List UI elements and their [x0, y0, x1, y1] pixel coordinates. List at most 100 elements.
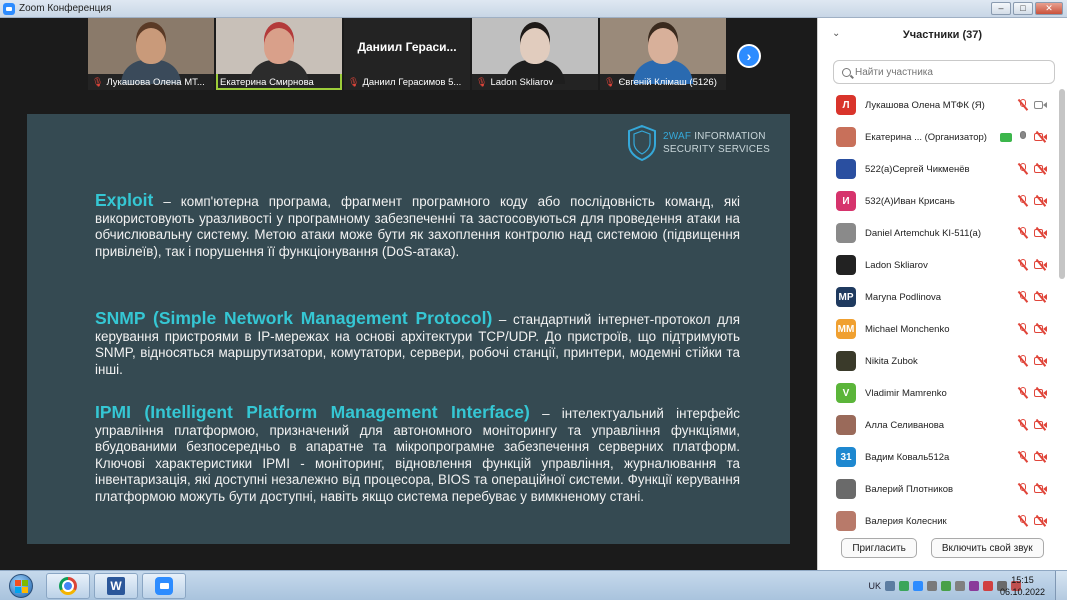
participant-row[interactable]: V Vladimir Mamrenko [818, 377, 1058, 409]
thumbnail-name-overlay: Даниил Гераси... [357, 40, 457, 54]
muted-mic-icon: 🎙 [92, 76, 104, 87]
participant-row[interactable]: Nikita Zubok [818, 345, 1058, 377]
screen-share-icon [1000, 132, 1012, 142]
invite-button[interactable]: Пригласить [841, 538, 917, 558]
taskbar-chrome[interactable] [46, 573, 90, 599]
clock-date: 06.10.2022 [999, 587, 1045, 597]
participant-status [1017, 483, 1048, 495]
windows-logo-icon [9, 574, 33, 598]
video-thumbnail[interactable]: Екатерина Смирнова [216, 18, 342, 90]
tray-zoom-icon[interactable] [913, 581, 923, 591]
close-button[interactable]: ✕ [1035, 2, 1063, 15]
panel-footer: Пригласить Включить свой звук [818, 538, 1067, 560]
search-input[interactable] [855, 66, 1045, 78]
participant-list-scrollbar[interactable] [1059, 89, 1065, 279]
person-head [648, 28, 678, 64]
minimize-button[interactable]: – [991, 2, 1011, 15]
show-desktop-button[interactable] [1055, 571, 1067, 600]
participant-row[interactable]: Daniel Artemchuk KI-511(а) [818, 217, 1058, 249]
participant-status [1000, 131, 1048, 143]
thumbnail-caption: 🎙 Даниил Герасимов 5... [344, 74, 470, 90]
video-thumbnail[interactable]: Даниил Гераси... 🎙 Даниил Герасимов 5... [344, 18, 470, 90]
tray-app-icon[interactable] [899, 581, 909, 591]
participant-name: Валерия Колесник [865, 515, 947, 527]
camera-off-icon [1034, 323, 1048, 335]
language-indicator[interactable]: UK [868, 581, 881, 591]
participant-row[interactable]: MM Michael Monchenko [818, 313, 1058, 345]
muted-mic-icon: 🎙 [604, 76, 616, 87]
search-icon [842, 67, 851, 77]
avatar: V [836, 383, 856, 403]
participant-name: Лукашова Олена МТФК (Я) [865, 99, 985, 111]
participant-name: Vladimir Mamrenko [865, 387, 947, 399]
video-thumbnail[interactable]: 🎙 Євгеній Клімаш (5126) [600, 18, 726, 90]
participant-name: 532(А)Иван Крисань [865, 195, 955, 207]
avatar: MP [836, 287, 856, 307]
avatar [836, 223, 856, 243]
avatar [836, 351, 856, 371]
participant-status [1017, 419, 1048, 431]
participant-status [1017, 163, 1048, 175]
camera-off-icon [1034, 259, 1048, 271]
next-page-arrow-icon[interactable]: › [737, 44, 761, 68]
participant-search[interactable] [833, 60, 1055, 84]
word-icon: W [107, 577, 125, 595]
taskbar-word[interactable]: W [94, 573, 138, 599]
participant-row[interactable]: MP Maryna Podlinova [818, 281, 1058, 313]
avatar: И [836, 191, 856, 211]
video-thumbnail-strip: 🎙 Лукашова Олена МТ... Екатерина Смирнова Д… [88, 18, 726, 90]
mic-icon [1017, 131, 1029, 143]
avatar [836, 511, 856, 531]
panel-title: Участники (37) [902, 29, 983, 41]
shared-slide: 2WAF INFORMATION SECURITY SERVICES Explo… [27, 114, 790, 544]
camera-off-icon [1034, 419, 1048, 431]
participant-status [1017, 195, 1048, 207]
avatar [836, 479, 856, 499]
participant-status [1017, 99, 1048, 111]
tray-onenote-icon[interactable] [969, 581, 979, 591]
participant-row[interactable]: 522(а)Сергей Чикменёв [818, 153, 1058, 185]
participant-row[interactable]: Екатерина ... (Организатор) [818, 121, 1058, 153]
participant-row[interactable]: Л Лукашова Олена МТФК (Я) [818, 89, 1058, 121]
participant-name: Ladon Skliarov [865, 259, 928, 271]
mic-muted-icon [1017, 163, 1029, 175]
video-thumbnail[interactable]: 🎙 Лукашова Олена МТ... [88, 18, 214, 90]
camera-off-icon [1034, 483, 1048, 495]
participant-name: Вадим Коваль512а [865, 451, 950, 463]
maximize-button[interactable]: □ [1013, 2, 1033, 15]
participant-row[interactable]: 31 Вадим Коваль512а [818, 441, 1058, 473]
taskbar-clock[interactable]: 15:15 06.10.2022 [1000, 574, 1045, 598]
participant-status [1017, 451, 1048, 463]
mic-muted-icon [1017, 355, 1029, 367]
mic-muted-icon [1017, 259, 1029, 271]
tray-usb-icon[interactable] [955, 581, 965, 591]
participant-row[interactable]: И 532(А)Иван Крисань [818, 185, 1058, 217]
clock-time: 15:15 [1011, 575, 1034, 585]
participant-row[interactable]: Алла Селиванова [818, 409, 1058, 441]
participant-status [1017, 387, 1048, 399]
tray-antivirus-icon[interactable] [983, 581, 993, 591]
unmute-self-button[interactable]: Включить свой звук [930, 538, 1044, 558]
video-thumbnail[interactable]: 🎙 Ladon Skliarov [472, 18, 598, 90]
camera-off-icon [1034, 227, 1048, 239]
participant-status [1017, 323, 1048, 335]
participant-name: Maryna Podlinova [865, 291, 942, 303]
thumbnail-caption: 🎙 Євгеній Клімаш (5126) [600, 74, 726, 90]
title-bar: Zoom Конференция – □ ✕ [0, 0, 1067, 18]
participant-row[interactable]: Ladon Skliarov [818, 249, 1058, 281]
taskbar-zoom[interactable] [142, 573, 186, 599]
participant-name: Daniel Artemchuk KI-511(а) [865, 227, 981, 239]
window-controls: – □ ✕ [991, 2, 1063, 15]
mic-muted-icon [1017, 291, 1029, 303]
participant-row[interactable]: Валерий Плотников [818, 473, 1058, 505]
tray-shield-icon[interactable] [941, 581, 951, 591]
start-button[interactable] [2, 572, 40, 600]
tray-keyboard-icon[interactable] [885, 581, 895, 591]
zoom-icon [155, 577, 173, 595]
avatar [836, 255, 856, 275]
tray-monitor-icon[interactable] [927, 581, 937, 591]
collapse-chevron-icon[interactable]: ⌄ [832, 28, 840, 39]
participant-row[interactable]: Валерия Колесник [818, 505, 1058, 537]
person-head [520, 28, 550, 64]
windows-taskbar: W UK 15:15 06.10.2022 [0, 570, 1067, 600]
